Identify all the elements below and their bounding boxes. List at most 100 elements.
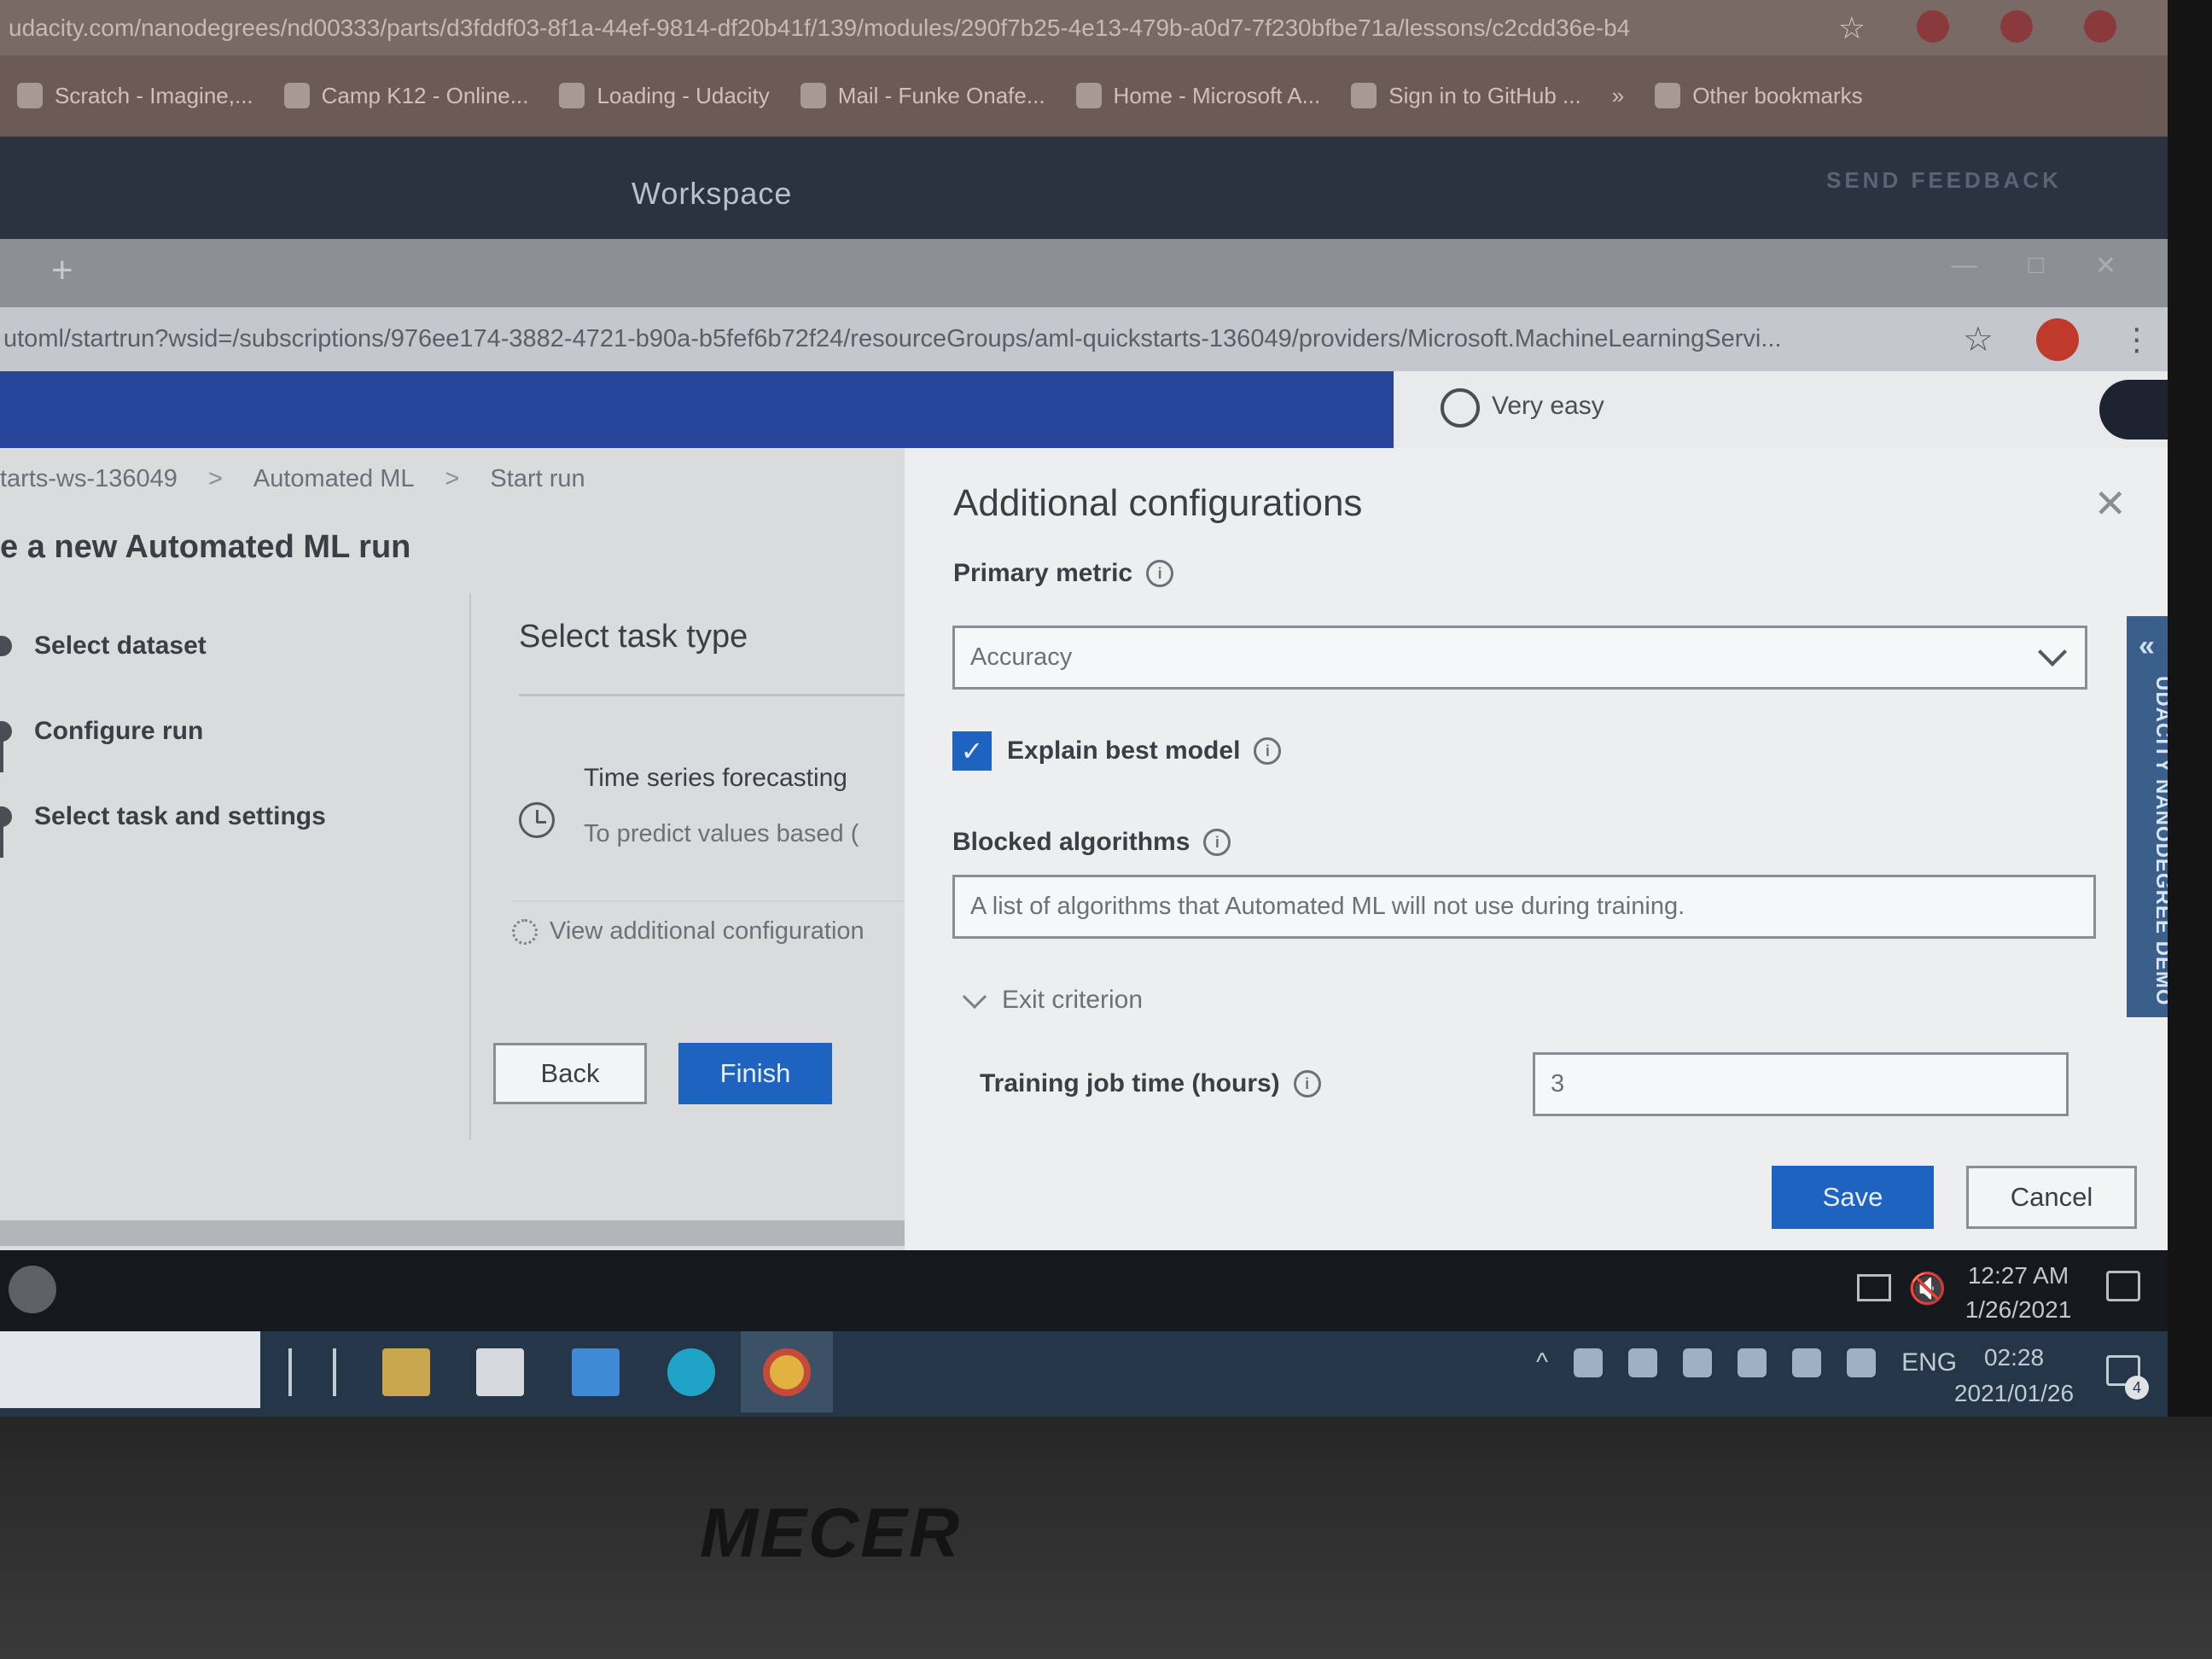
info-icon[interactable]: i	[1254, 737, 1282, 765]
bookmark-star-icon[interactable]: ☆	[1963, 320, 1994, 359]
info-icon[interactable]: i	[1146, 560, 1174, 587]
azure-icon	[1075, 83, 1102, 108]
bookmark-github[interactable]: Sign in to GitHub ...	[1351, 83, 1581, 109]
breadcrumb-automl[interactable]: Automated ML	[253, 465, 415, 493]
info-icon[interactable]: i	[1203, 829, 1231, 856]
very-easy-radio[interactable]	[1441, 388, 1480, 428]
profile-icon[interactable]	[2000, 9, 2033, 43]
extension-icon[interactable]	[1917, 9, 1949, 43]
finish-button[interactable]: Finish	[678, 1043, 832, 1104]
bookmark-mail[interactable]: Mail - Funke Onafe...	[800, 83, 1045, 109]
breadcrumb-start-run: Start run	[490, 465, 585, 492]
windows-taskbar: ^ ENG 02:28 2021/01/26 4	[0, 1331, 2168, 1417]
chrome-icon[interactable]	[9, 1266, 56, 1313]
task-option-forecasting[interactable]: Time series forecasting To predict value…	[519, 764, 905, 883]
breadcrumb-workspace[interactable]: tarts-ws-136049	[0, 465, 178, 493]
remote-clock[interactable]: 12:27 AM 1/26/2021	[1954, 1259, 2082, 1327]
back-button[interactable]: Back	[493, 1043, 647, 1104]
bookmark-star-icon[interactable]: ☆	[1838, 10, 1866, 46]
horizontal-scrollbar[interactable]	[0, 1220, 905, 1246]
network-monitor-icon[interactable]	[1857, 1274, 1891, 1301]
steps-divider	[469, 593, 471, 1139]
avatar[interactable]	[2035, 317, 2079, 361]
chrome-icon[interactable]	[763, 1348, 811, 1396]
chevron-down-icon	[2038, 637, 2067, 667]
inner-url-text[interactable]: utoml/startrun?wsid=/subscriptions/976ee…	[0, 325, 1929, 353]
step-select-task[interactable]: Select task and settings	[0, 802, 326, 831]
onedrive-business-icon[interactable]	[1683, 1348, 1713, 1377]
wizard-steps: Select dataset Configure run Select task…	[0, 593, 461, 1190]
notification-icon[interactable]	[2106, 1271, 2140, 1301]
training-time-input[interactable]: 3	[1533, 1052, 2069, 1116]
notification-count-badge: 4	[2125, 1376, 2149, 1400]
info-icon[interactable]: i	[1293, 1070, 1321, 1097]
window-controls: — □ ✕	[1952, 251, 2116, 281]
more-bookmarks-button[interactable]: »	[1612, 83, 1624, 109]
speaker-muted-icon[interactable]: 🔇	[1908, 1271, 1947, 1307]
new-tab-button[interactable]: +	[51, 249, 73, 292]
taskbar-search-box[interactable]	[0, 1331, 260, 1408]
explain-best-model-label: Explain best model i	[1007, 736, 1282, 765]
blocked-algorithms-label: Blocked algorithms i	[952, 828, 1231, 857]
file-explorer-icon[interactable]	[382, 1348, 430, 1396]
udacity-icon	[559, 83, 585, 108]
outer-url-actions: ☆	[1838, 9, 2168, 46]
close-window-icon[interactable]: ✕	[2095, 251, 2116, 281]
step-complete-icon	[0, 636, 12, 656]
inner-tab-bar: + — □ ✕	[0, 239, 2168, 307]
close-icon[interactable]: ✕	[2093, 480, 2127, 527]
folder-icon	[1655, 83, 1681, 108]
laptop-bezel-right	[2168, 0, 2212, 1659]
breadcrumb: tarts-ws-136049 > Automated ML > Start r…	[0, 465, 585, 493]
minimize-icon[interactable]: —	[1952, 251, 1977, 281]
wifi-icon[interactable]	[1792, 1348, 1822, 1377]
other-bookmarks[interactable]: Other bookmarks	[1655, 83, 1863, 109]
additional-config-dialog: Additional configurations ✕ Primary metr…	[905, 448, 2168, 1250]
bookmark-udacity[interactable]: Loading - Udacity	[559, 83, 770, 109]
scratch-icon	[17, 83, 43, 108]
shield-icon[interactable]	[2084, 9, 2116, 43]
workspace-bar: Workspace SEND FEEDBACK	[0, 137, 2168, 239]
battery-icon[interactable]	[1738, 1348, 1767, 1377]
mail-icon[interactable]	[572, 1348, 620, 1396]
github-icon	[1351, 83, 1377, 108]
view-additional-config-link[interactable]: View additional configuration	[512, 917, 864, 946]
onedrive-icon[interactable]	[1628, 1348, 1658, 1377]
exit-criterion-toggle[interactable]: Exit criterion	[962, 984, 1143, 1015]
maximize-icon[interactable]: □	[2029, 251, 2044, 281]
store-icon[interactable]	[476, 1348, 524, 1396]
blocked-algorithms-input[interactable]: A list of algorithms that Automated ML w…	[952, 875, 2096, 939]
explain-best-model-checkbox[interactable]: ✓	[952, 731, 992, 771]
primary-metric-select[interactable]: Accuracy	[952, 626, 2087, 690]
system-clock[interactable]: 02:28 2021/01/26	[1946, 1340, 2082, 1412]
bookmark-scratch[interactable]: Scratch - Imagine,...	[17, 83, 253, 109]
task-type-heading: Select task type	[519, 619, 748, 655]
bookmark-microsoft[interactable]: Home - Microsoft A...	[1075, 83, 1320, 109]
rating-toggle[interactable]	[2099, 380, 2168, 439]
more-menu-icon[interactable]: ⋮	[2122, 322, 2152, 358]
inner-address-bar: utoml/startrun?wsid=/subscriptions/976ee…	[0, 307, 2168, 371]
send-feedback-button[interactable]: SEND FEEDBACK	[1826, 167, 2062, 194]
gear-icon	[512, 918, 538, 945]
volume-icon[interactable]	[1847, 1348, 1877, 1377]
outer-address-bar[interactable]: udacity.com/nanodegrees/nd00333/parts/d3…	[0, 0, 2168, 55]
step-configure-run[interactable]: Configure run	[0, 717, 203, 746]
outer-url-text[interactable]: udacity.com/nanodegrees/nd00333/parts/d3…	[9, 15, 1838, 42]
cancel-button[interactable]: Cancel	[1966, 1166, 2137, 1229]
task-divider	[512, 900, 905, 902]
meet-now-icon[interactable]	[1574, 1348, 1604, 1377]
save-button[interactable]: Save	[1772, 1166, 1934, 1229]
remote-taskbar: 🔇 12:27 AM 1/26/2021	[0, 1250, 2168, 1331]
dialog-title: Additional configurations	[953, 482, 1363, 524]
outer-browser: udacity.com/nanodegrees/nd00333/parts/d3…	[0, 0, 2168, 137]
bookmark-campk12[interactable]: Camp K12 - Online...	[283, 83, 528, 109]
chevron-down-icon	[962, 984, 987, 1010]
primary-metric-label: Primary metric i	[953, 559, 1174, 588]
chevron-up-icon[interactable]: ^	[1536, 1348, 1548, 1377]
azure-ml-header	[0, 371, 1394, 448]
task-view-icon[interactable]	[288, 1348, 336, 1396]
mail-icon	[800, 83, 826, 108]
task-option-title: Time series forecasting	[584, 764, 847, 792]
step-select-dataset[interactable]: Select dataset	[0, 632, 207, 661]
edge-icon[interactable]	[667, 1348, 715, 1396]
